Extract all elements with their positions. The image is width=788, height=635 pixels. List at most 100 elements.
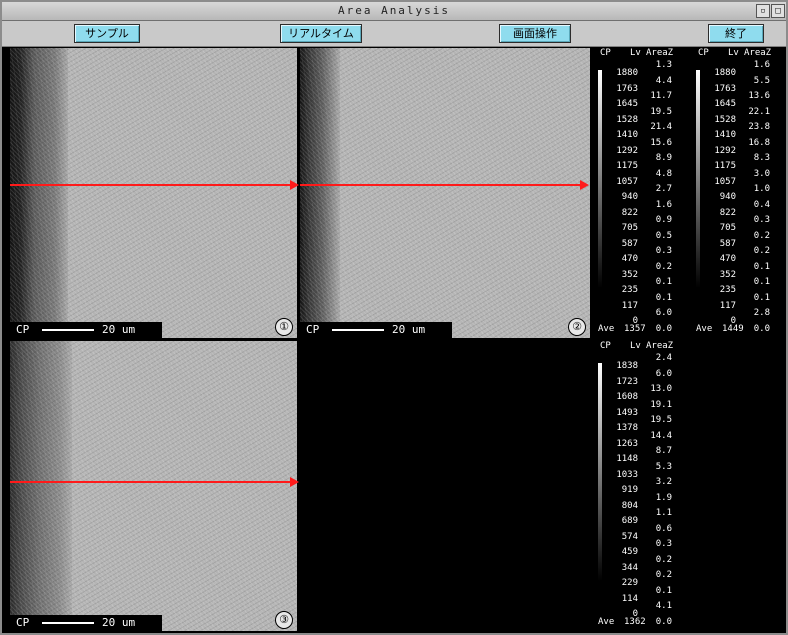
screen-operation-button[interactable]: 画面操作 [499,24,571,43]
legend-value: 1292 [714,145,736,156]
color-scale [598,70,602,288]
legend-lv-header: Lv [728,48,739,58]
legend-value: 0.1 [655,585,672,596]
legend-value: 1880 [616,68,638,78]
legend-value: 6.0 [655,308,672,318]
legend-value: 1378 [616,423,638,433]
legend-value: 1175 [616,161,638,171]
legend-value: 11.7 [650,91,672,101]
average-text: Ave [598,324,615,334]
legend-value: 19.5 [650,106,672,117]
legend-value: 1148 [616,454,638,464]
title-bar[interactable]: Area Analysis ▫ □ [2,2,786,21]
legend-value: 459 [621,547,638,557]
legend-value: 14.4 [650,430,672,441]
legend-value: 470 [719,254,736,264]
image-panel-2[interactable]: CP 20 um ② [300,48,590,338]
legend-value: 1057 [616,176,638,187]
legend-value: 1.0 [753,184,770,194]
legend-value: 0.2 [753,246,770,256]
legend-panel-1: CP Lv AreaZ 1880 1763 1645 1528 1410 1292 1175 10… [596,48,692,338]
legend-value: 0.1 [753,261,770,272]
legend-value: 2.8 [753,308,770,318]
legend-value: 22.1 [748,106,770,117]
profile-arrow-3 [10,477,299,487]
legend-value: 1608 [616,392,638,402]
panel-number: ① [275,318,293,336]
legend-value: 16.8 [748,137,770,148]
legend-value: 940 [719,192,736,202]
legend-value: 6.0 [655,368,672,379]
legend-lv-header: Lv [630,48,641,58]
legend-value: 574 [621,531,638,542]
scale-length: 20 um [102,616,136,629]
legend-value: 0.3 [655,246,672,256]
realtime-button[interactable]: リアルタイム [280,24,362,43]
legend-value: 0.2 [753,230,770,241]
legend-value: 1763 [616,83,638,94]
area-analysis-window: Area Analysis ▫ □ サンプル リアルタイム 画面操作 終了 CP… [0,0,788,635]
legend-value: 235 [719,285,736,295]
image-panel-1[interactable]: CP 20 um ① [10,48,297,338]
legend-value: 919 [621,485,638,495]
legend-value: 1723 [616,376,638,387]
average-text: 1449 [722,324,744,334]
legend-value: 0.2 [655,261,672,272]
legend-value: 4.8 [655,168,672,179]
legend-value: 8.9 [655,153,672,163]
average-text: 1362 [624,617,646,627]
maximize-icon[interactable]: □ [771,4,785,18]
average-text: 1357 [624,324,646,334]
legend-value: 1033 [616,469,638,480]
legend-value: 1263 [616,438,638,449]
average-text: Ave [598,617,615,627]
minimize-icon[interactable]: ▫ [756,4,770,18]
area-values: 1.3 4.4 11.7 19.5 21.4 15.6 8.9 4.8 2.7 1.6 0.9 0.5… [646,58,672,337]
legend-value: 13.0 [650,384,672,394]
legend-value: 117 [621,300,638,311]
legend-value: 1838 [616,361,638,371]
legend-value: 587 [719,238,736,249]
legend-value: 229 [621,578,638,588]
scale-line [42,329,94,331]
legend-lv-header: Lv [630,341,641,351]
scale-line [42,622,94,624]
legend-value: 587 [621,238,638,249]
legend-value: 0.6 [655,523,672,534]
legend-area-header: AreaZ [646,341,674,351]
legend-value: 19.1 [650,399,672,410]
color-scale [696,70,700,288]
legend-value: 0.1 [753,292,770,303]
legend-value: 5.5 [753,75,770,86]
legend-value: 1410 [616,130,638,140]
legend-value: 1645 [714,99,736,109]
legend-value: 1528 [714,114,736,125]
legend-value: 0.0 [753,323,770,334]
legend-value: 8.3 [753,153,770,163]
scale-length: 20 um [102,323,136,336]
scale-cp-label: CP [306,323,320,336]
panel-number: ③ [275,611,293,629]
legend-value: 0.0 [655,616,672,627]
legend-value: 0.2 [655,554,672,565]
legend-value: 1763 [714,83,736,94]
legend-value: 0.1 [655,277,672,287]
panel-number: ② [568,318,586,336]
toolbar: サンプル リアルタイム 画面操作 終了 [2,21,786,47]
legend-value: 1.6 [753,60,770,70]
legend-value: 1880 [714,68,736,78]
sample-button[interactable]: サンプル [74,24,140,43]
legend-value: 0.5 [655,230,672,241]
exit-button[interactable]: 終了 [708,24,764,43]
legend-cp-header: CP [600,48,611,58]
level-values: 1880 1763 1645 1528 1410 1292 1175 1057 940 822 70… [708,66,736,330]
legend-value: 23.8 [748,122,770,132]
profile-arrow-1 [10,180,299,190]
area-values: 2.4 6.0 13.0 19.1 19.5 14.4 8.7 5.3 3.2 1.9 1.1 0.6… [646,351,672,630]
legend-value: 1.6 [655,199,672,210]
scale-bar: CP 20 um [300,322,452,338]
legend-value: 21.4 [650,122,672,132]
legend-value: 1.1 [655,508,672,518]
legend-value: 19.5 [650,415,672,425]
legend-value: 1057 [714,176,736,187]
